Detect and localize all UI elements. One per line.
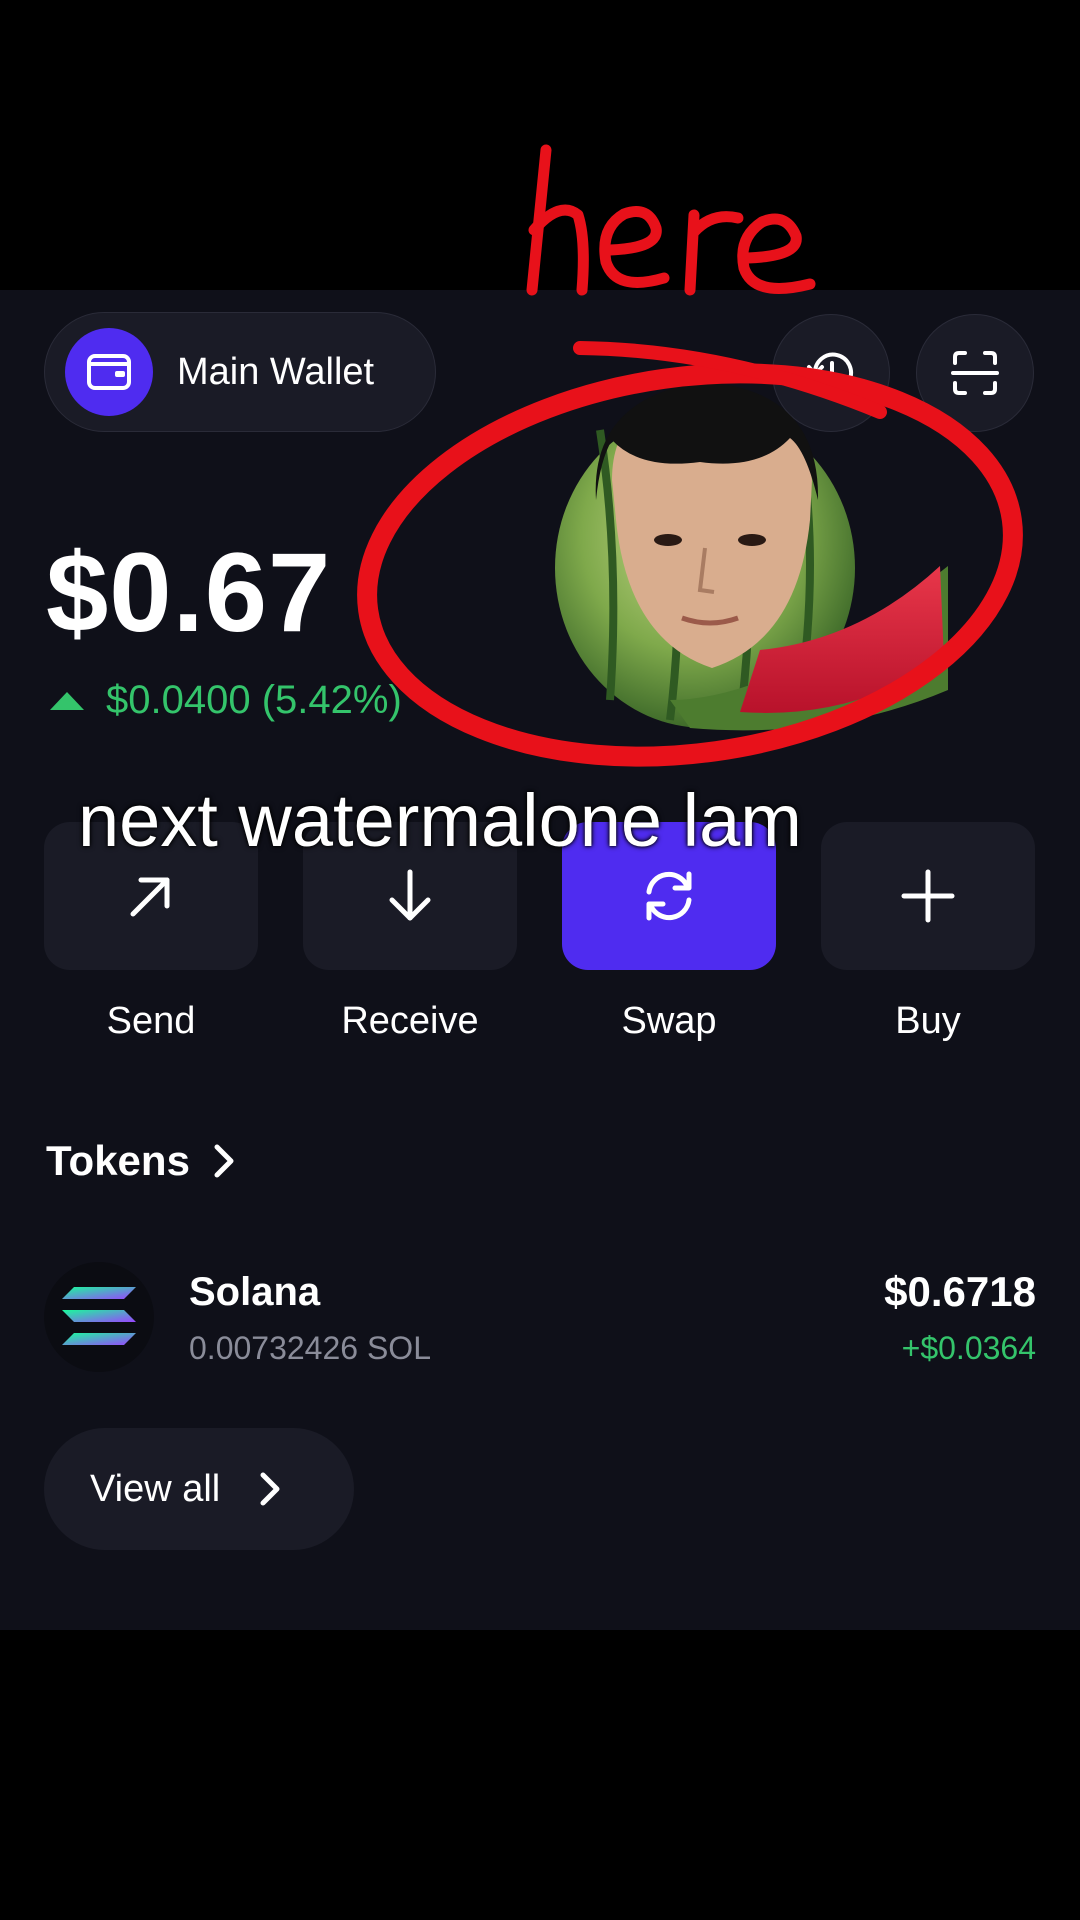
view-all-label: View all <box>90 1467 221 1510</box>
sticker-overlay <box>357 341 1023 767</box>
solana-logo-icon <box>44 1262 154 1372</box>
token-amount: 0.00732426 SOL <box>189 1330 431 1366</box>
plus-icon <box>901 869 955 923</box>
arrow-up-right-icon <box>130 877 170 917</box>
tokens-title: Tokens <box>46 1137 190 1184</box>
buy-button[interactable] <box>821 822 1035 970</box>
tokens-header[interactable]: Tokens <box>46 1137 236 1185</box>
video-caption: next watermalone lam <box>78 779 802 862</box>
token-name: Solana <box>189 1270 321 1314</box>
swap-label: Swap <box>621 1000 717 1042</box>
send-label: Send <box>106 1000 196 1042</box>
chevron-right-icon <box>214 1144 234 1178</box>
view-all-button[interactable]: View all <box>44 1428 354 1550</box>
token-value: $0.6718 <box>884 1268 1036 1315</box>
chevron-right-icon <box>260 1472 280 1506</box>
swap-icon <box>646 871 692 921</box>
token-row-solana[interactable]: Solana 0.00732426 SOL $0.6718 +$0.0364 <box>44 1262 1036 1374</box>
token-change: +$0.0364 <box>901 1330 1036 1366</box>
arrow-down-icon <box>389 869 431 921</box>
receive-label: Receive <box>341 1000 479 1042</box>
portrait-image <box>595 382 819 668</box>
buy-label: Buy <box>895 1000 961 1042</box>
